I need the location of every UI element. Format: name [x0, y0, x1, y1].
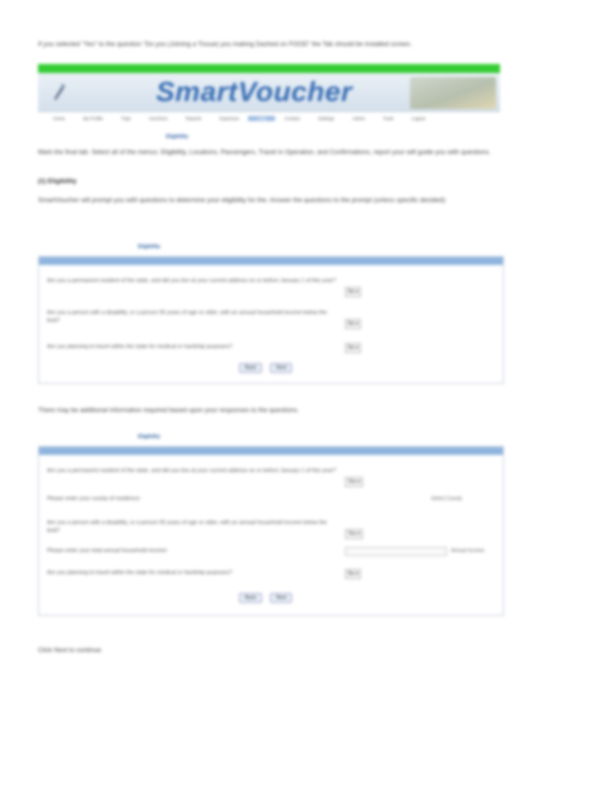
banner-nav-item[interactable]: My Profile	[74, 116, 112, 121]
eligibility-form-panel-1: Are you a permanent resident of the stat…	[38, 256, 504, 384]
banner-nav-item[interactable]: Settings	[309, 116, 343, 121]
answer-select[interactable]: Yes ▾	[345, 529, 364, 539]
answer-select[interactable]: No ▾	[345, 319, 362, 329]
eligibility-paragraph: SmartVoucher will prompt you with questi…	[38, 197, 447, 204]
answer-select[interactable]: No ▾	[345, 287, 362, 297]
answer-input[interactable]	[345, 547, 447, 556]
answer-select[interactable]: Yes ▾	[345, 477, 364, 487]
form-row: Please enter your total annual household…	[39, 547, 503, 567]
answer-select[interactable]: No ▾	[345, 343, 362, 353]
banner-nav-item[interactable]: Trips	[112, 116, 140, 121]
intro-paragraph: If you selected "Yes" to the question "D…	[38, 41, 412, 48]
smartvoucher-banner: SmartVoucher Home My Profile Trips Vouchers…	[38, 64, 500, 124]
banner-accent-bar	[38, 64, 500, 73]
tab-eligibility[interactable]: Eligibility	[166, 134, 188, 140]
document-page: If you selected "Yes" to the question "D…	[0, 0, 612, 792]
panel1-title: Eligibility	[138, 244, 161, 250]
banner-nav-item[interactable]: Tools	[374, 116, 403, 121]
form-row: Are you planning to travel within the st…	[39, 343, 503, 363]
question-label: Please enter your total annual household…	[47, 548, 168, 554]
field-hint: Select County	[431, 496, 463, 502]
panel2-title: Eligibility	[138, 434, 161, 440]
banner-nav-item[interactable]: Admin	[343, 116, 374, 121]
form-row: Please enter your county of residence: Se…	[39, 495, 503, 515]
form-buttons: Back Next	[239, 593, 293, 603]
banner-nav-item[interactable]: Vouchers	[140, 116, 177, 121]
form-row: Are you planning to travel within the st…	[39, 569, 503, 589]
question-label: Are you planning to travel within the st…	[47, 344, 233, 350]
form-buttons: Back Next	[239, 363, 293, 373]
question-label: Are you a permanent resident of the stat…	[47, 468, 336, 474]
question-label: Are you a permanent resident of the stat…	[47, 278, 336, 284]
panel-header-bar	[39, 447, 503, 455]
banner-nav: Home My Profile Trips Vouchers Reports Expens…	[38, 112, 500, 124]
question-label: Are you planning to travel within the st…	[47, 570, 233, 576]
panel-header-bar	[39, 257, 503, 265]
eligibility-form-panel-2: Are you a permanent resident of the stat…	[38, 446, 504, 616]
instructions-paragraph: Mark the final tab. Select all of the me…	[38, 149, 491, 156]
form-row: Are you a permanent resident of the stat…	[39, 467, 503, 487]
banner-nav-item[interactable]: Contact	[275, 116, 309, 121]
section-heading: (1) Eligibility	[38, 178, 77, 185]
banner-nav-item[interactable]: Home	[44, 116, 74, 121]
form-row: Are you a permanent resident of the stat…	[39, 277, 503, 297]
question-label: Are you a person with a disability, or a…	[47, 310, 327, 324]
building-image	[410, 77, 496, 109]
footer-paragraph: Click Next to continue.	[38, 647, 103, 654]
banner-nav-item[interactable]: Reports	[177, 116, 211, 121]
back-button[interactable]: Back	[239, 363, 263, 373]
question-label: Are you a person with a disability, or a…	[47, 520, 327, 534]
form-row: Are you a person with a disability, or a…	[39, 519, 503, 539]
banner-nav-item[interactable]: Help	[248, 115, 276, 121]
field-hint: Annual Income	[451, 548, 485, 554]
next-button[interactable]: Next	[270, 363, 293, 373]
back-button[interactable]: Back	[239, 593, 263, 603]
banner-title: SmartVoucher	[156, 76, 353, 107]
form-row: Are you a person with a disability, or a…	[39, 309, 503, 329]
next-button[interactable]: Next	[270, 593, 293, 603]
banner-nav-item[interactable]: Logout	[403, 116, 435, 121]
answer-select[interactable]: No ▾	[345, 569, 362, 579]
additional-info-paragraph: There may be additional information requ…	[38, 407, 299, 414]
question-label: Please enter your county of residence:	[47, 496, 141, 502]
banner-nav-item[interactable]: Expenses	[210, 116, 248, 121]
banner-header: SmartVoucher	[38, 73, 500, 112]
pen-logo-icon	[54, 84, 65, 100]
